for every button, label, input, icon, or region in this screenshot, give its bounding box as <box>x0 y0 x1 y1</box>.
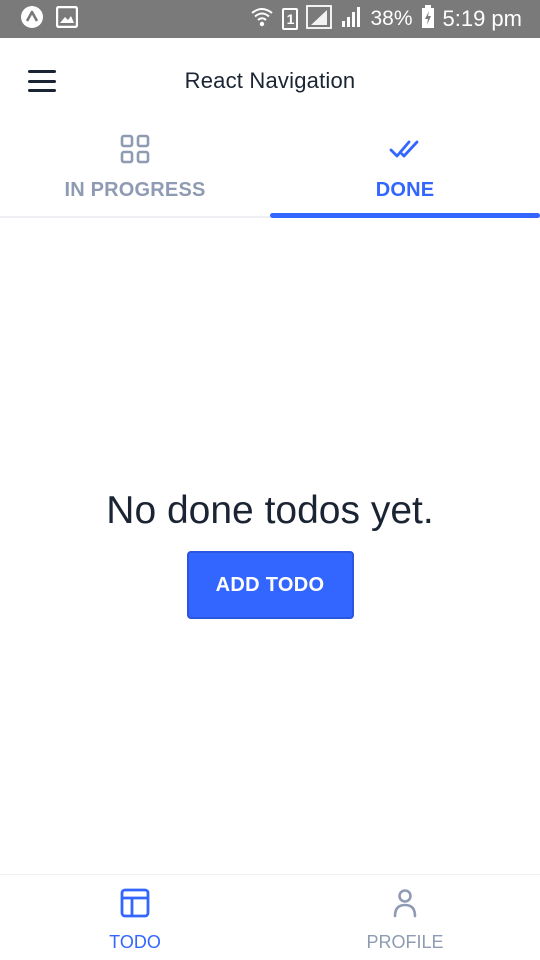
bottom-tab-bar: TODO PROFILE <box>0 874 540 960</box>
done-all-icon <box>389 134 421 169</box>
tab-done[interactable]: DONE <box>270 124 540 218</box>
status-bar: 1 38% 5:19 pm <box>0 0 540 38</box>
tab-done-label: DONE <box>375 179 435 201</box>
app-header: React Navigation <box>0 38 540 124</box>
tab-in-progress-label: IN PROGRESS <box>64 179 206 201</box>
tab-in-progress[interactable]: IN PROGRESS <box>0 124 270 216</box>
clock: 5:19 pm <box>442 6 523 31</box>
person-icon <box>389 887 421 924</box>
sim-slot-icon: 1 <box>282 8 299 30</box>
add-todo-button[interactable]: ADD TODO <box>186 551 354 619</box>
app-screen: 1 38% 5:19 pm React Navigation IN PROGRE… <box>0 0 540 960</box>
menu-icon[interactable] <box>26 68 58 94</box>
signal-bars-icon <box>340 6 362 33</box>
top-tab-bar: IN PROGRESS DONE <box>0 124 540 218</box>
layout-icon <box>119 887 151 924</box>
bottom-tab-profile-label: PROFILE <box>366 932 444 952</box>
wifi-icon <box>250 5 274 34</box>
bottom-tab-todo[interactable]: TODO <box>0 875 270 960</box>
battery-percent: 38% <box>370 7 413 30</box>
image-notification-icon <box>55 5 79 33</box>
status-bar-left <box>20 5 79 34</box>
done-list-empty-state: No done todos yet. ADD TODO <box>0 218 540 874</box>
bottom-tab-profile[interactable]: PROFILE <box>270 875 540 960</box>
signal-icon <box>306 4 333 34</box>
grid-icon <box>120 134 150 169</box>
bottom-tab-todo-label: TODO <box>109 932 161 952</box>
app-notification-icon <box>20 5 44 34</box>
header-title: React Navigation <box>184 68 356 93</box>
battery-charging-icon <box>421 4 435 34</box>
status-bar-right: 1 38% 5:19 pm <box>250 4 523 34</box>
empty-message: No done todos yet. <box>106 489 434 532</box>
